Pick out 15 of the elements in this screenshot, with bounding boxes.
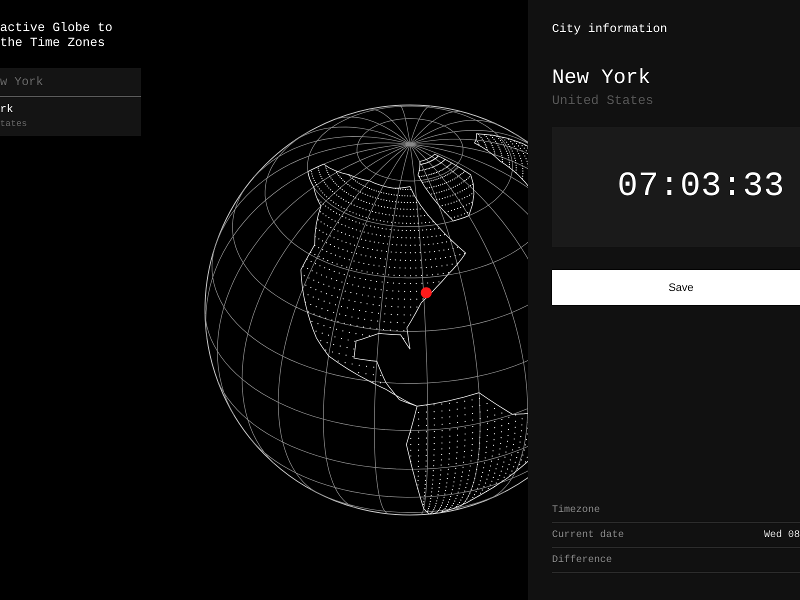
country-name: United States [552,93,654,108]
location-marker-icon[interactable] [420,287,432,298]
save-button[interactable]: Save [552,270,800,305]
result-city: rk [0,104,14,116]
page-title: active Globe to [0,21,114,36]
search-result-item[interactable]: rk tates [0,97,141,136]
detail-label: Current date [552,530,624,540]
clock-time: 07:03:33 [617,168,785,206]
page-title: the Time Zones [0,36,106,51]
detail-label: Timezone [552,504,600,516]
detail-value: Wed 08 [764,530,800,540]
result-country: tates [0,119,28,129]
panel-heading: City information [552,21,668,37]
city-name: New York [552,67,652,91]
detail-label: Difference [552,554,612,566]
